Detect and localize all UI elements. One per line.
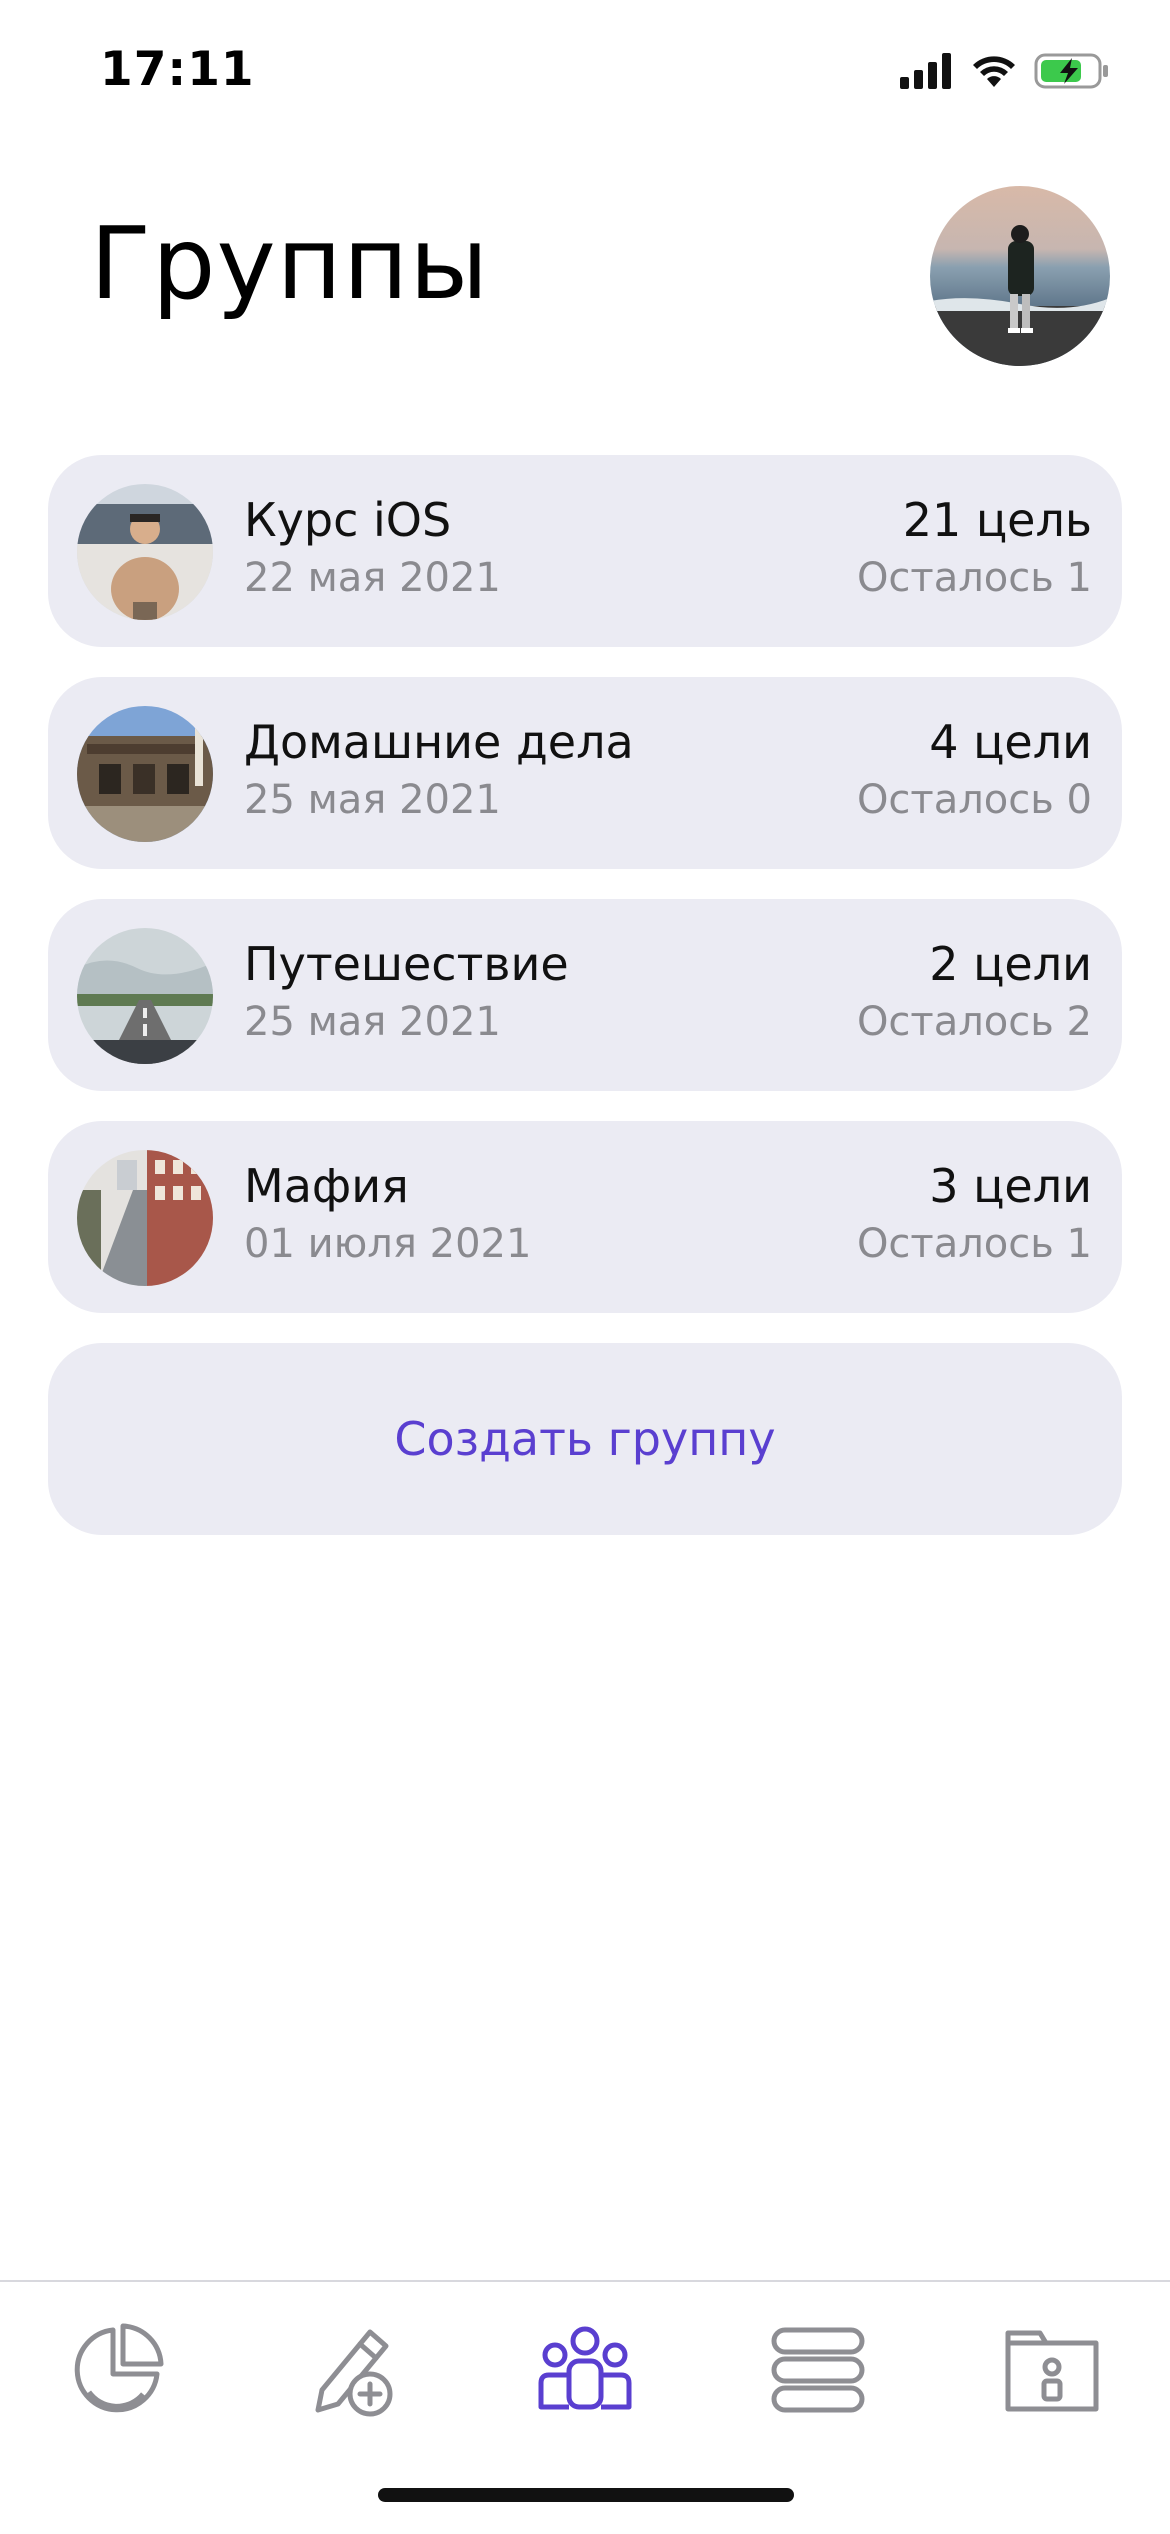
edit-add-icon <box>300 2320 400 2424</box>
status-bar: 17:11 <box>0 0 1170 150</box>
group-remaining: Осталось 0 <box>856 777 1092 823</box>
group-goals-count: 3 цели <box>929 1159 1092 1213</box>
group-avatar <box>77 706 213 842</box>
profile-avatar[interactable] <box>930 186 1110 366</box>
tab-new-goal[interactable] <box>290 2312 410 2432</box>
group-goals-count: 4 цели <box>929 715 1092 769</box>
pie-chart-icon <box>69 2322 165 2422</box>
list-stack-icon <box>770 2326 866 2418</box>
folder-profile-icon <box>1004 2325 1100 2419</box>
group-avatar <box>77 484 213 620</box>
group-icon <box>535 2325 635 2419</box>
status-time: 17:11 <box>100 42 255 97</box>
group-avatar <box>77 928 213 1064</box>
status-icons <box>900 52 1110 90</box>
cellular-signal-icon <box>900 53 954 89</box>
group-goals-count: 21 цель <box>902 493 1092 547</box>
group-name: Путешествие <box>244 937 569 991</box>
group-card[interactable]: Путешествие 25 мая 2021 2 цели Осталось … <box>48 899 1122 1091</box>
page-title: Группы <box>90 205 490 322</box>
tab-list[interactable] <box>758 2312 878 2432</box>
battery-charging-icon <box>1034 52 1110 90</box>
group-goals-count: 2 цели <box>929 937 1092 991</box>
tab-groups[interactable] <box>525 2312 645 2432</box>
group-date: 25 мая 2021 <box>244 777 501 823</box>
group-name: Курс iOS <box>244 493 452 547</box>
home-indicator <box>378 2488 794 2502</box>
wifi-icon <box>970 53 1018 89</box>
group-name: Домашние дела <box>244 715 634 769</box>
group-remaining: Осталось 2 <box>856 999 1092 1045</box>
group-card[interactable]: Курс iOS 22 мая 2021 21 цель Осталось 1 <box>48 455 1122 647</box>
group-remaining: Осталось 1 <box>856 555 1092 601</box>
tab-statistics[interactable] <box>57 2312 177 2432</box>
group-date: 22 мая 2021 <box>244 555 501 601</box>
group-card[interactable]: Мафия 01 июля 2021 3 цели Осталось 1 <box>48 1121 1122 1313</box>
group-list: Курс iOS 22 мая 2021 21 цель Осталось 1 … <box>48 455 1122 1535</box>
group-date: 01 июля 2021 <box>244 1221 532 1267</box>
group-date: 25 мая 2021 <box>244 999 501 1045</box>
group-avatar <box>77 1150 213 1286</box>
group-remaining: Осталось 1 <box>856 1221 1092 1267</box>
tab-archive[interactable] <box>992 2312 1112 2432</box>
group-card[interactable]: Домашние дела 25 мая 2021 4 цели Осталос… <box>48 677 1122 869</box>
group-name: Мафия <box>244 1159 409 1213</box>
create-group-button[interactable]: Создать группу <box>48 1343 1122 1535</box>
